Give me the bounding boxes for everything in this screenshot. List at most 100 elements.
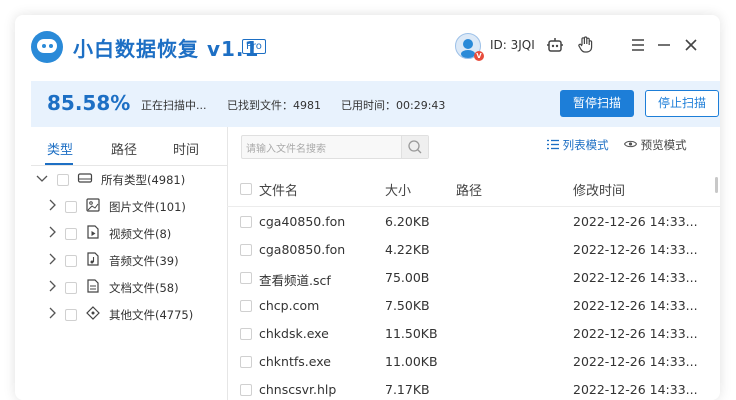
eye-icon: [623, 140, 638, 148]
column-header-size[interactable]: 大小: [385, 180, 411, 199]
row-checkbox[interactable]: [240, 272, 252, 284]
pro-badge: Pro: [242, 39, 266, 54]
video-icon: [85, 224, 101, 240]
image-icon: [85, 197, 101, 213]
robot-icon[interactable]: [545, 35, 565, 55]
category-panel: 类型 路径 时间 所有类型(4981) 图片文件(101) 视频文件(8) 音频…: [31, 127, 228, 400]
checkbox[interactable]: [65, 228, 77, 240]
file-modified: 2022-12-26 14:33...: [573, 242, 698, 257]
file-size: 7.17KB: [385, 382, 430, 397]
file-size: 6.20KB: [385, 214, 430, 229]
app-window: 小白数据恢复 v1.1 Pro V ID: 3JQI 85.58% 正在扫描中.…: [15, 15, 720, 400]
scan-status-bar: 85.58% 正在扫描中... 已找到文件：4981 已用时间：00:29:43…: [31, 81, 720, 127]
file-table-header: 文件名 大小 路径 修改时间: [227, 172, 720, 207]
row-checkbox[interactable]: [240, 216, 252, 228]
list-mode-label: 列表模式: [562, 138, 609, 152]
table-row[interactable]: chnscsvr.hlp 7.17KB 2022-12-26 14:33...: [227, 375, 720, 400]
chevron-right-icon[interactable]: [45, 279, 59, 296]
user-avatar[interactable]: V: [455, 33, 484, 61]
menu-icon[interactable]: [628, 35, 648, 55]
file-size: 75.00B: [385, 270, 430, 285]
hand-pointer-icon[interactable]: [575, 35, 595, 55]
tree-item-all[interactable]: 所有类型(4981): [31, 167, 227, 193]
chevron-right-icon[interactable]: [45, 252, 59, 269]
chevron-right-icon[interactable]: [45, 306, 59, 323]
tree-item-label: 图片文件(101): [109, 200, 186, 214]
file-name: cga40850.fon: [259, 214, 346, 229]
tab-path[interactable]: 路径: [111, 139, 137, 158]
file-modified: 2022-12-26 14:33...: [573, 270, 698, 285]
file-name: chkdsk.exe: [259, 326, 329, 341]
file-modified: 2022-12-26 14:33...: [573, 326, 698, 341]
chevron-right-icon[interactable]: [45, 198, 59, 215]
drive-icon: [77, 170, 93, 186]
stop-scan-button[interactable]: 停止扫描: [645, 90, 719, 117]
minimize-icon[interactable]: [654, 35, 674, 55]
checkbox[interactable]: [57, 174, 69, 186]
row-checkbox[interactable]: [240, 244, 252, 256]
tree-item-label: 音频文件(39): [109, 254, 179, 268]
file-size: 7.50KB: [385, 298, 430, 313]
preview-mode-label: 预览模式: [640, 138, 687, 152]
file-size: 11.00KB: [385, 354, 438, 369]
preview-mode-toggle[interactable]: 预览模式: [623, 137, 687, 153]
search-input[interactable]: 请输入文件名搜索: [241, 135, 429, 159]
file-name: cga80850.fon: [259, 242, 346, 257]
table-row[interactable]: chkdsk.exe 11.50KB 2022-12-26 14:33...: [227, 319, 720, 347]
close-icon[interactable]: [681, 35, 701, 55]
checkbox[interactable]: [65, 309, 77, 321]
tree-item-other[interactable]: 其他文件(4775): [31, 302, 227, 328]
file-name: chnscsvr.hlp: [259, 382, 337, 397]
file-name: 查看频道.scf: [259, 273, 331, 288]
row-checkbox[interactable]: [240, 384, 252, 396]
tree-item-videos[interactable]: 视频文件(8): [31, 221, 227, 247]
column-header-modified[interactable]: 修改时间: [573, 180, 625, 199]
checkbox[interactable]: [65, 282, 77, 294]
file-modified: 2022-12-26 14:33...: [573, 382, 698, 397]
row-checkbox[interactable]: [240, 328, 252, 340]
pause-scan-button[interactable]: 暂停扫描: [560, 90, 634, 117]
list-mode-toggle[interactable]: 列表模式: [547, 137, 609, 153]
scrollbar-thumb[interactable]: [715, 177, 718, 193]
file-size: 4.22KB: [385, 242, 430, 257]
column-header-path[interactable]: 路径: [456, 180, 482, 199]
tree-item-label: 文档文件(58): [109, 281, 179, 295]
tab-time[interactable]: 时间: [173, 139, 199, 158]
file-modified: 2022-12-26 14:33...: [573, 298, 698, 313]
search-placeholder: 请输入文件名搜索: [246, 144, 326, 155]
table-row[interactable]: cga40850.fon 6.20KB 2022-12-26 14:33...: [227, 207, 720, 235]
table-row[interactable]: 查看频道.scf 75.00B 2022-12-26 14:33...: [227, 263, 720, 291]
vip-badge: V: [474, 51, 484, 61]
tree-item-images[interactable]: 图片文件(101): [31, 194, 227, 220]
row-checkbox[interactable]: [240, 356, 252, 368]
file-name: chkntfs.exe: [259, 354, 331, 369]
column-header-name[interactable]: 文件名: [259, 180, 298, 199]
other-icon: [85, 305, 101, 321]
select-all-checkbox[interactable]: [240, 183, 252, 195]
tab-type[interactable]: 类型: [47, 139, 73, 158]
table-row[interactable]: chcp.com 7.50KB 2022-12-26 14:33...: [227, 291, 720, 319]
scanning-text: 正在扫描中...: [141, 99, 207, 112]
tree-item-documents[interactable]: 文档文件(58): [31, 275, 227, 301]
audio-icon: [85, 251, 101, 267]
tree-item-label: 所有类型(4981): [101, 173, 186, 187]
tree-item-label: 视频文件(8): [109, 227, 172, 241]
tree-item-audio[interactable]: 音频文件(39): [31, 248, 227, 274]
scan-progress-percent: 85.58%: [47, 91, 131, 115]
app-logo-icon: [31, 31, 63, 63]
row-checkbox[interactable]: [240, 300, 252, 312]
file-modified: 2022-12-26 14:33...: [573, 214, 698, 229]
chevron-down-icon[interactable]: [35, 171, 49, 188]
table-row[interactable]: cga80850.fon 4.22KB 2022-12-26 14:33...: [227, 235, 720, 263]
search-button[interactable]: [401, 136, 428, 158]
file-modified: 2022-12-26 14:33...: [573, 354, 698, 369]
app-title: 小白数据恢复 v1.1: [73, 37, 260, 61]
file-name: chcp.com: [259, 298, 320, 313]
title-bar: 小白数据恢复 v1.1 Pro V ID: 3JQI: [15, 15, 720, 79]
checkbox[interactable]: [65, 255, 77, 267]
table-row[interactable]: chkntfs.exe 11.00KB 2022-12-26 14:33...: [227, 347, 720, 375]
checkbox[interactable]: [65, 201, 77, 213]
found-files-count: 已找到文件：4981: [227, 99, 321, 112]
chevron-right-icon[interactable]: [45, 225, 59, 242]
tab-divider: [31, 165, 227, 166]
